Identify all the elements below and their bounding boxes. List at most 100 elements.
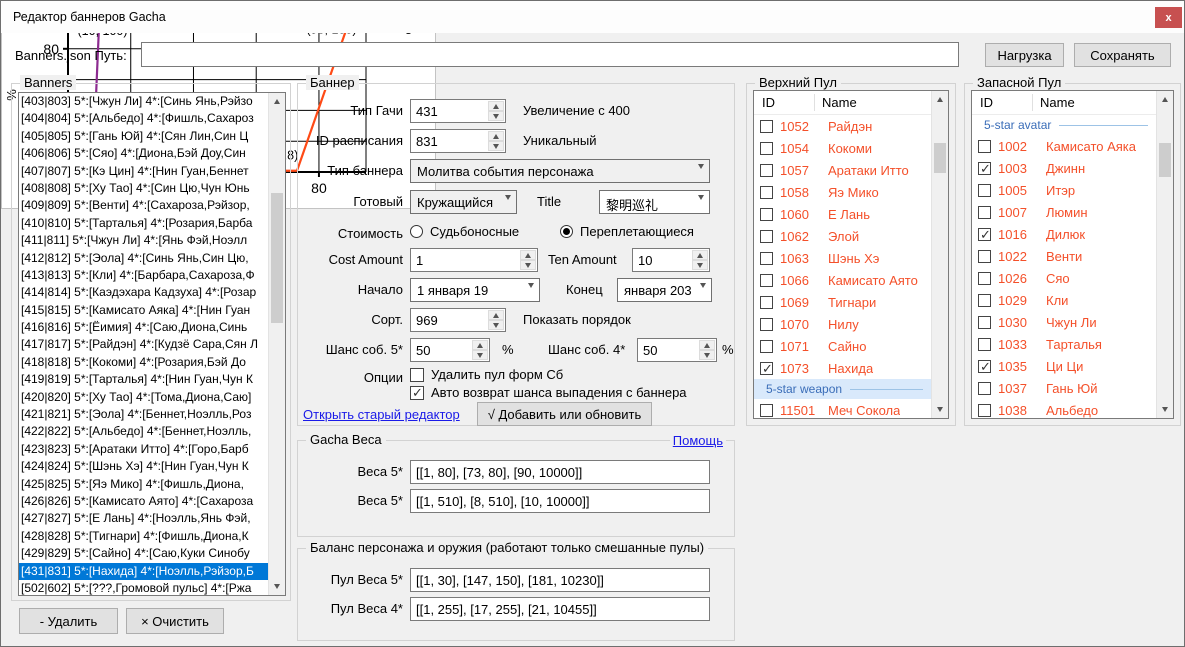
pool-row[interactable]: 1029Кли <box>972 289 1156 311</box>
banners-scrollbar[interactable] <box>268 93 285 595</box>
pool-row-checkbox[interactable] <box>760 120 773 133</box>
scroll-thumb[interactable] <box>271 193 283 323</box>
spin-up-icon[interactable] <box>520 250 536 260</box>
pool-row-checkbox[interactable] <box>978 228 991 241</box>
banner-list-item[interactable]: [429|829] 5*:[Сайно] 4*:[Саю,Куки Синобу <box>19 545 268 562</box>
banner-list-item[interactable]: [421|821] 5*:[Эола] 4*:[Беннет,Ноэлль,Ро… <box>19 406 268 423</box>
pool-row-checkbox[interactable] <box>978 382 991 395</box>
radio-intertwined[interactable]: Переплетающиеся <box>560 224 694 239</box>
pool-row[interactable]: 1062Элой <box>754 225 931 247</box>
pool-row-checkbox[interactable] <box>978 184 991 197</box>
schedule-id-spinner[interactable]: 831 <box>410 129 506 153</box>
checkbox-icon[interactable] <box>410 386 424 400</box>
pool-row[interactable]: 1026Сяо <box>972 267 1156 289</box>
pool-row-checkbox[interactable] <box>760 186 773 199</box>
banner-list-item[interactable]: [426|826] 5*:[Камисато Аято] 4*:[Сахароз… <box>19 493 268 510</box>
pool-row[interactable]: 1038Альбедо <box>972 399 1156 418</box>
banner-list-item[interactable]: [414|814] 5*:[Каэдэхара Кадзуха] 4*:[Роз… <box>19 284 268 301</box>
banner-list-item[interactable]: [406|806] 5*:[Сяо] 4*:[Диона,Бэй Доу,Син <box>19 145 268 162</box>
pool-row-checkbox[interactable] <box>760 274 773 287</box>
pool-row-checkbox[interactable] <box>760 340 773 353</box>
banner-list-item[interactable]: [413|813] 5*:[Кли] 4*:[Барбара,Сахароза,… <box>19 267 268 284</box>
spin-down-icon[interactable] <box>699 350 715 360</box>
pool-row[interactable]: 1007Люмин <box>972 201 1156 223</box>
checkbox-icon[interactable] <box>410 368 424 382</box>
spin-up-icon[interactable] <box>699 340 715 350</box>
pool-row-checkbox[interactable] <box>978 162 991 175</box>
pool-row[interactable]: 1071Сайно <box>754 335 931 357</box>
scroll-down-icon[interactable] <box>1157 401 1173 418</box>
pool-row-checkbox[interactable] <box>978 338 991 351</box>
open-old-editor-link[interactable]: Открыть старый редактор <box>303 407 460 422</box>
spin-up-icon[interactable] <box>488 101 504 111</box>
pool-row-checkbox[interactable] <box>978 272 991 285</box>
path-input[interactable] <box>141 42 959 67</box>
pool-row[interactable]: 1066Камисато Аято <box>754 269 931 291</box>
pool-row-checkbox[interactable] <box>760 142 773 155</box>
banner-list-item[interactable]: [422|822] 5*:[Альбедо] 4*:[Беннет,Ноэлль… <box>19 423 268 440</box>
banner-list-item[interactable]: [409|809] 5*:[Венти] 4*:[Сахароза,Рэйзор… <box>19 197 268 214</box>
scroll-down-icon[interactable] <box>269 578 285 595</box>
end-date-select[interactable]: января 2031 <box>617 278 712 302</box>
sort-spinner[interactable]: 969 <box>410 308 506 332</box>
spin-up-icon[interactable] <box>488 131 504 141</box>
clear-banners-button[interactable]: × Очистить <box>126 608 224 634</box>
help-link[interactable]: Помощь <box>670 433 726 448</box>
pool-row[interactable]: 1058Яэ Мико <box>754 181 931 203</box>
pool-row[interactable]: 1035Ци Ци <box>972 355 1156 377</box>
scroll-up-icon[interactable] <box>269 93 285 110</box>
weights5-input[interactable] <box>410 460 710 484</box>
pool-row-checkbox[interactable] <box>760 208 773 221</box>
banner-list-item[interactable]: [431|831] 5*:[Нахида] 4*:[Ноэлль,Рэйзор,… <box>19 563 268 580</box>
pool-row-checkbox[interactable] <box>760 230 773 243</box>
pool-row-checkbox[interactable] <box>760 164 773 177</box>
load-button[interactable]: Нагрузка <box>985 43 1064 67</box>
banners-listbox[interactable]: [403|803] 5*:[Чжун Ли] 4*:[Синь Янь,Рэйз… <box>18 92 286 596</box>
backup-pool-list[interactable]: ID Name 5-star avatar1002Камисато Аяка10… <box>971 90 1174 419</box>
option-auto-return[interactable]: Авто возврат шанса выпадения с баннера <box>410 385 687 400</box>
pool-row[interactable]: 1030Чжун Ли <box>972 311 1156 333</box>
backup-pool-scrollbar[interactable] <box>1156 91 1173 418</box>
chance5-spinner[interactable]: 50 <box>410 338 490 362</box>
cost-amount-spinner[interactable]: 1 <box>410 248 538 272</box>
banner-list-item[interactable]: [428|828] 5*:[Тигнари] 4*:[Фишль,Диона,К <box>19 528 268 545</box>
pool-row-checkbox[interactable] <box>978 404 991 417</box>
banner-list-item[interactable]: [405|805] 5*:[Гань Юй] 4*:[Сян Лин,Син Ц <box>19 128 268 145</box>
scroll-down-icon[interactable] <box>932 401 948 418</box>
pool-row[interactable]: 1052Райдэн <box>754 115 931 137</box>
spin-up-icon[interactable] <box>472 340 488 350</box>
banner-list-item[interactable]: [502|602] 5*:[???,Громовой пульс] 4*:[Рж… <box>19 580 268 595</box>
prefab-select[interactable]: Кружащийся л <box>410 190 517 214</box>
spin-down-icon[interactable] <box>472 350 488 360</box>
banner-list-item[interactable]: [412|812] 5*:[Эола] 4*:[Синь Янь,Син Цю, <box>19 250 268 267</box>
banner-type-select[interactable]: Молитва события персонажа <box>410 159 710 183</box>
pool-row-checkbox[interactable] <box>978 206 991 219</box>
pool-row-checkbox[interactable] <box>978 140 991 153</box>
upper-pool-list[interactable]: ID Name 1052Райдэн1054Кокоми1057Аратаки … <box>753 90 949 419</box>
banner-list-item[interactable]: [419|819] 5*:[Тарталья] 4*:[Нин Гуан,Чун… <box>19 371 268 388</box>
radio-fate[interactable]: Судьбоносные <box>410 224 519 239</box>
spin-up-icon[interactable] <box>488 310 504 320</box>
gacha-type-spinner[interactable]: 431 <box>410 99 506 123</box>
banner-list-item[interactable]: [408|808] 5*:[Ху Тао] 4*:[Син Цю,Чун Юнь <box>19 180 268 197</box>
scroll-up-icon[interactable] <box>1157 91 1173 108</box>
spin-up-icon[interactable] <box>692 250 708 260</box>
pool-row[interactable]: 1005Итэр <box>972 179 1156 201</box>
spin-down-icon[interactable] <box>520 260 536 270</box>
banner-list-item[interactable]: [424|824] 5*:[Шэнь Хэ] 4*:[Нин Гуан,Чун … <box>19 458 268 475</box>
pool-row[interactable]: 1054Кокоми <box>754 137 931 159</box>
scroll-thumb[interactable] <box>1159 143 1171 177</box>
pool-row-checkbox[interactable] <box>760 296 773 309</box>
pool-row-checkbox[interactable] <box>760 362 773 375</box>
title-select[interactable]: 黎明巡礼 <box>599 190 710 214</box>
pool-row[interactable]: 1069Тигнари <box>754 291 931 313</box>
spin-down-icon[interactable] <box>692 260 708 270</box>
pool-row[interactable]: 1063Шэнь Хэ <box>754 247 931 269</box>
spin-down-icon[interactable] <box>488 111 504 121</box>
spin-down-icon[interactable] <box>488 141 504 151</box>
ten-amount-spinner[interactable]: 10 <box>632 248 710 272</box>
pool-row-checkbox[interactable] <box>978 250 991 263</box>
start-date-select[interactable]: 1 января 19 <box>410 278 540 302</box>
pool-row[interactable]: 1037Гань Юй <box>972 377 1156 399</box>
pool-row-checkbox[interactable] <box>760 252 773 265</box>
